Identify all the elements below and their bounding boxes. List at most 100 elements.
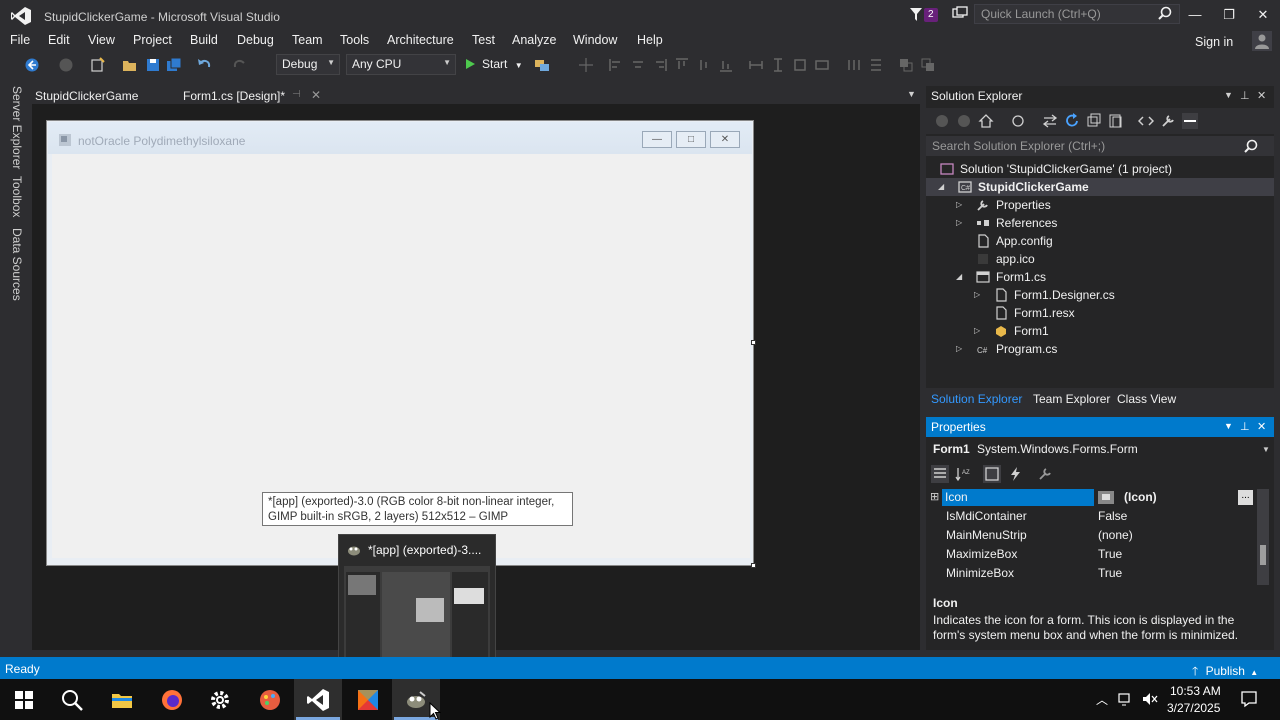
firefox-icon[interactable] bbox=[160, 688, 184, 712]
property-row-maximizebox[interactable]: MaximizeBox True bbox=[926, 545, 1256, 564]
expand-arrow-icon[interactable]: ▷ bbox=[956, 214, 962, 232]
make-same-height-icon[interactable] bbox=[770, 57, 786, 73]
form-minimize-button[interactable]: — bbox=[642, 131, 672, 148]
search-icon[interactable] bbox=[1158, 6, 1172, 20]
toolbox-tab[interactable]: Toolbox bbox=[10, 176, 24, 217]
properties-scrollbar[interactable] bbox=[1257, 489, 1269, 585]
visual-studio-icon[interactable] bbox=[306, 688, 330, 712]
undo-icon[interactable] bbox=[196, 57, 212, 73]
minimize-button[interactable]: — bbox=[1178, 4, 1212, 26]
new-project-icon[interactable] bbox=[90, 57, 106, 73]
ellipsis-button[interactable]: ... bbox=[1238, 490, 1253, 505]
align-bottoms-icon[interactable] bbox=[718, 57, 734, 73]
tab-overflow-chevron-down-icon[interactable]: ▼ bbox=[907, 89, 916, 99]
view-code-icon[interactable] bbox=[1138, 113, 1154, 129]
menu-tools[interactable]: Tools bbox=[340, 33, 369, 47]
server-explorer-tab[interactable]: Server Explorer bbox=[10, 86, 24, 169]
account-icon[interactable] bbox=[1252, 31, 1272, 51]
forward-icon[interactable] bbox=[956, 113, 972, 129]
close-panel-icon[interactable]: ✕ bbox=[1257, 420, 1266, 433]
property-row-ismdicontainer[interactable]: IsMdiContainer False bbox=[926, 507, 1256, 526]
feedback-icon[interactable] bbox=[952, 6, 968, 22]
sync-with-active-document-icon[interactable] bbox=[1042, 113, 1058, 129]
windows-start-icon[interactable] bbox=[12, 688, 36, 712]
bring-to-front-icon[interactable] bbox=[898, 57, 914, 73]
form-maximize-button[interactable]: □ bbox=[676, 131, 706, 148]
tab-team-explorer[interactable]: Team Explorer bbox=[1033, 392, 1110, 406]
form-close-button[interactable]: ✕ bbox=[710, 131, 740, 148]
properties-object-selector[interactable]: Form1 System.Windows.Forms.Form bbox=[933, 442, 1138, 456]
menu-test[interactable]: Test bbox=[472, 33, 495, 47]
quick-launch-input[interactable]: Quick Launch (Ctrl+Q) bbox=[974, 4, 1180, 24]
clock-date[interactable]: 3/27/2025 bbox=[1167, 701, 1220, 715]
alphabetical-icon[interactable]: AZ bbox=[954, 465, 972, 483]
property-row-icon[interactable]: ⊞ Icon (Icon) ... bbox=[926, 488, 1256, 507]
settings-gear-icon[interactable] bbox=[208, 688, 232, 712]
properties-view-icon[interactable] bbox=[983, 465, 1001, 483]
resize-handle-bottom-right[interactable] bbox=[751, 563, 756, 568]
align-centers-icon[interactable] bbox=[630, 57, 646, 73]
tab-class-view[interactable]: Class View bbox=[1117, 392, 1176, 406]
search-icon[interactable] bbox=[1244, 139, 1258, 153]
align-lefts-icon[interactable] bbox=[608, 57, 624, 73]
data-sources-tab[interactable]: Data Sources bbox=[10, 228, 24, 301]
horizontal-spacing-icon[interactable] bbox=[846, 57, 862, 73]
show-hidden-icons-chevron-up-icon[interactable]: ︿ bbox=[1096, 691, 1108, 708]
tab-solution-explorer[interactable]: Solution Explorer bbox=[931, 392, 1022, 406]
tree-item-form1-class[interactable]: ▷ Form1 bbox=[926, 322, 1274, 340]
menu-project[interactable]: Project bbox=[133, 33, 172, 47]
property-row-minimizebox[interactable]: MinimizeBox True bbox=[926, 564, 1256, 583]
menu-team[interactable]: Team bbox=[292, 33, 323, 47]
menu-architecture[interactable]: Architecture bbox=[387, 33, 454, 47]
volume-muted-icon[interactable] bbox=[1142, 691, 1158, 707]
home-icon[interactable] bbox=[978, 113, 994, 129]
menu-view[interactable]: View bbox=[88, 33, 115, 47]
back-icon[interactable] bbox=[934, 113, 950, 129]
tree-item-form1-resx[interactable]: Form1.resx bbox=[926, 304, 1274, 322]
jetbrains-app-icon[interactable] bbox=[356, 688, 380, 712]
menu-help[interactable]: Help bbox=[637, 33, 663, 47]
tree-item-form1-designer[interactable]: ▷ Form1.Designer.cs bbox=[926, 286, 1274, 304]
menu-window[interactable]: Window bbox=[573, 33, 617, 47]
tree-item-references[interactable]: ▷ References bbox=[926, 214, 1274, 232]
pin-tab-icon[interactable]: ⊣ bbox=[292, 89, 301, 100]
pin-icon[interactable]: ⊥ bbox=[1240, 420, 1250, 433]
collapse-all-icon[interactable] bbox=[1086, 113, 1102, 129]
expand-arrow-icon[interactable]: ▷ bbox=[956, 196, 962, 214]
tree-item-solution[interactable]: Solution 'StupidClickerGame' (1 project) bbox=[926, 160, 1274, 178]
align-rights-icon[interactable] bbox=[652, 57, 668, 73]
action-center-icon[interactable] bbox=[1240, 690, 1258, 708]
sign-in-link[interactable]: Sign in bbox=[1195, 35, 1233, 49]
close-panel-icon[interactable]: ✕ bbox=[1257, 89, 1266, 102]
redo-icon[interactable] bbox=[232, 57, 248, 73]
make-same-size-icon[interactable] bbox=[792, 57, 808, 73]
browser-link-icon[interactable] bbox=[534, 57, 550, 73]
align-tops-icon[interactable] bbox=[674, 57, 690, 73]
refresh-icon[interactable] bbox=[1064, 113, 1080, 129]
properties-wrench-icon[interactable] bbox=[1160, 113, 1176, 129]
maximize-button[interactable]: ❐ bbox=[1212, 4, 1246, 26]
align-middles-icon[interactable] bbox=[696, 57, 712, 73]
tree-item-program-cs[interactable]: ▷ C# Program.cs bbox=[926, 340, 1274, 358]
tab-form1-design[interactable]: Form1.cs [Design]* bbox=[183, 89, 285, 103]
navigate-back-icon[interactable] bbox=[24, 57, 40, 73]
tree-item-properties[interactable]: ▷ Properties bbox=[926, 196, 1274, 214]
tree-item-app-config[interactable]: App.config bbox=[926, 232, 1274, 250]
expand-plus-icon[interactable]: ⊞ bbox=[930, 488, 939, 507]
save-all-icon[interactable] bbox=[166, 57, 182, 73]
paint-app-icon[interactable] bbox=[258, 688, 282, 712]
expand-arrow-icon[interactable]: ▷ bbox=[956, 340, 962, 358]
send-to-back-icon[interactable] bbox=[920, 57, 936, 73]
tree-item-app-ico[interactable]: app.ico bbox=[926, 250, 1274, 268]
panel-menu-chevron-down-icon[interactable]: ▼ bbox=[1224, 421, 1233, 431]
property-row-mainmenustrip[interactable]: MainMenuStrip (none) bbox=[926, 526, 1256, 545]
network-icon[interactable] bbox=[1118, 691, 1134, 707]
vertical-spacing-icon[interactable] bbox=[868, 57, 884, 73]
resize-handle-right[interactable] bbox=[751, 340, 756, 345]
tree-item-form1-cs[interactable]: ◢ Form1.cs bbox=[926, 268, 1274, 286]
collapse-arrow-icon[interactable]: ◢ bbox=[956, 268, 962, 286]
events-lightning-icon[interactable] bbox=[1007, 465, 1025, 483]
tab-stupidclickergame[interactable]: StupidClickerGame bbox=[35, 89, 138, 103]
menu-analyze[interactable]: Analyze bbox=[512, 33, 556, 47]
file-explorer-icon[interactable] bbox=[110, 688, 134, 712]
